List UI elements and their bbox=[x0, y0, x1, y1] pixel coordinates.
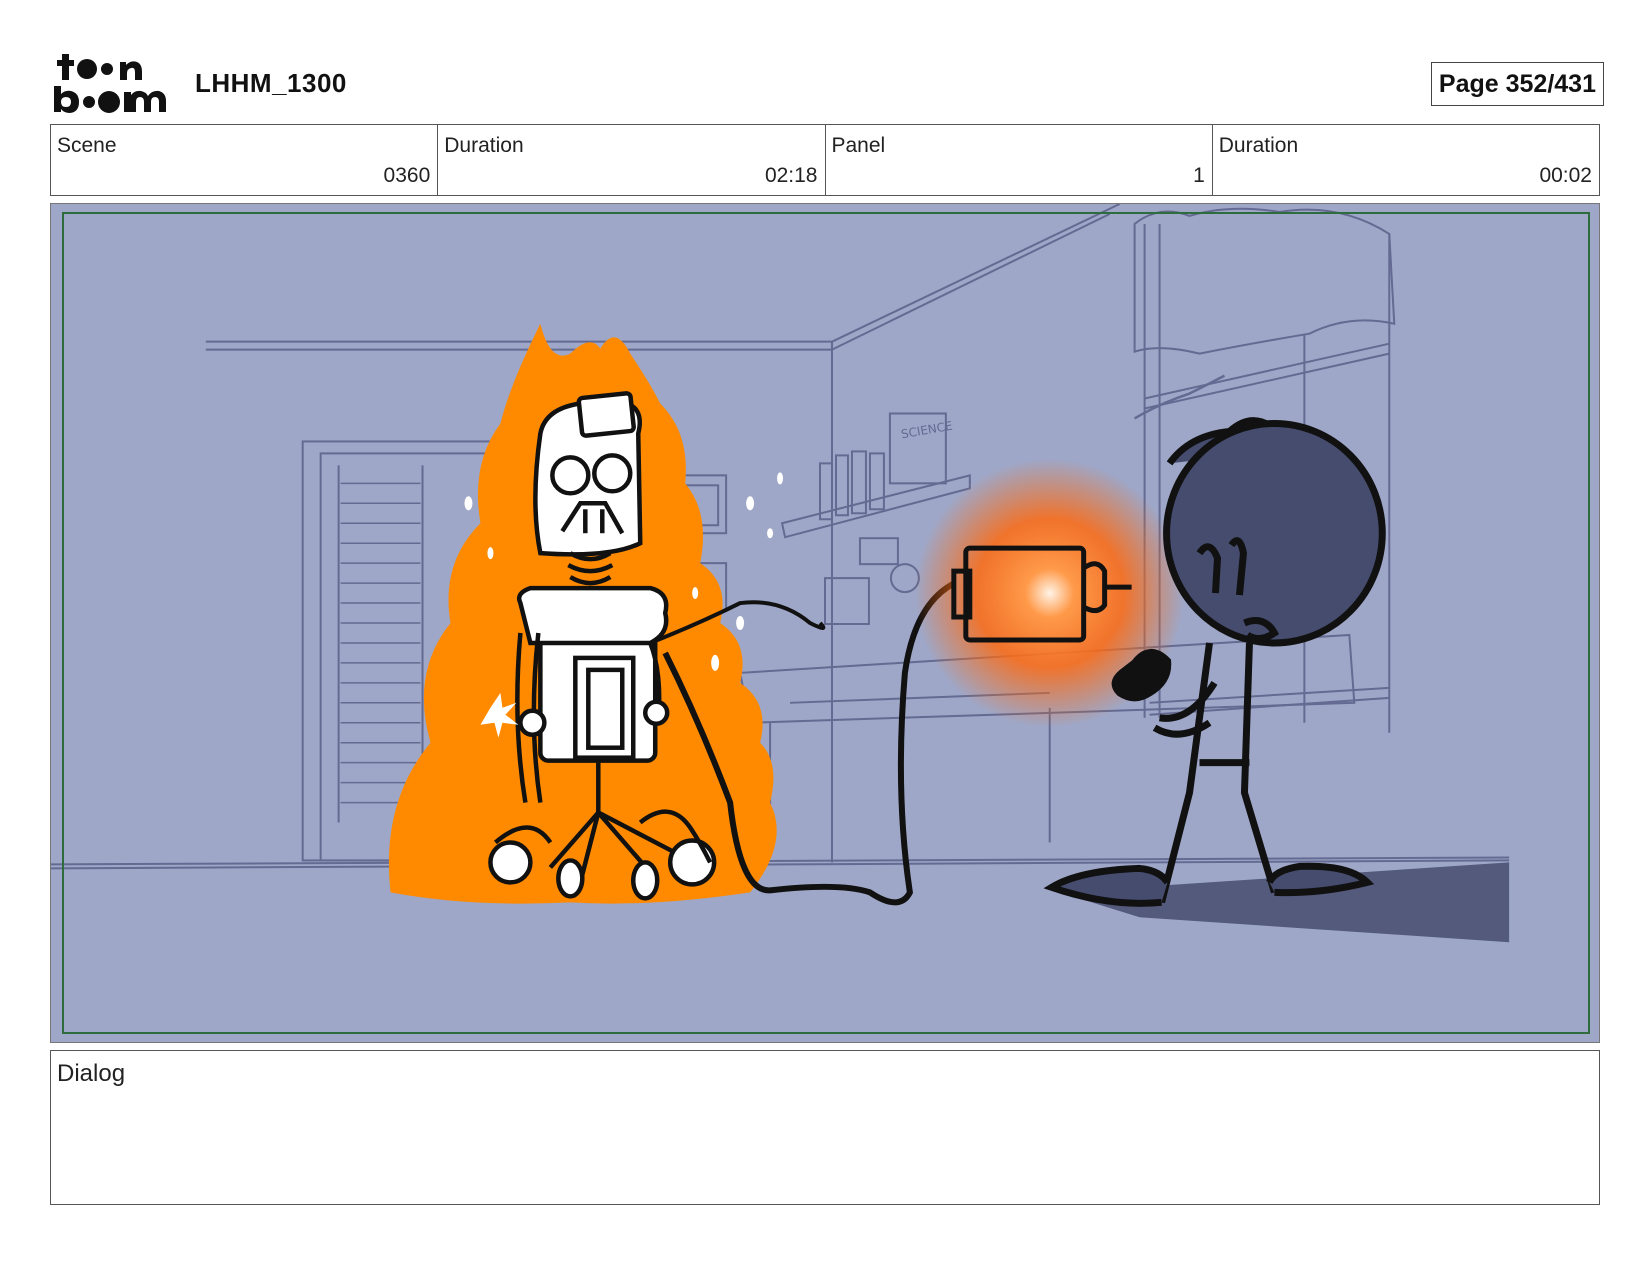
panel-info-strip: Scene 0360 Duration 02:18 Panel 1 Durati… bbox=[50, 124, 1600, 196]
scene-cell: Scene 0360 bbox=[51, 125, 439, 195]
panel-drawing: SCIENCE bbox=[51, 204, 1599, 1042]
page-indicator: Page 352/431 bbox=[1430, 62, 1604, 106]
scene-duration-cell: Duration 02:18 bbox=[438, 125, 826, 195]
storyboard-panel: SCIENCE bbox=[50, 203, 1600, 1043]
panel-value: 1 bbox=[1193, 164, 1205, 187]
project-title: LHHM_1300 bbox=[195, 68, 347, 98]
scene-value: 0360 bbox=[383, 164, 431, 187]
scene-duration-label: Duration bbox=[444, 134, 524, 157]
panel-duration-label: Duration bbox=[1218, 134, 1299, 157]
panel-duration-cell: Duration 00:02 bbox=[1213, 125, 1599, 195]
page-label: Page 352/431 bbox=[1438, 69, 1596, 98]
panel-duration-value: 00:02 bbox=[1539, 164, 1592, 187]
toon-boom-logo bbox=[52, 50, 172, 118]
dialog-label: Dialog bbox=[57, 1060, 126, 1087]
panel-cell: Panel 1 bbox=[826, 125, 1213, 195]
scene-duration-value: 02:18 bbox=[764, 164, 818, 187]
scene-label: Scene bbox=[57, 134, 117, 157]
panel-label: Panel bbox=[831, 134, 886, 157]
dialog-box: Dialog bbox=[50, 1050, 1600, 1205]
